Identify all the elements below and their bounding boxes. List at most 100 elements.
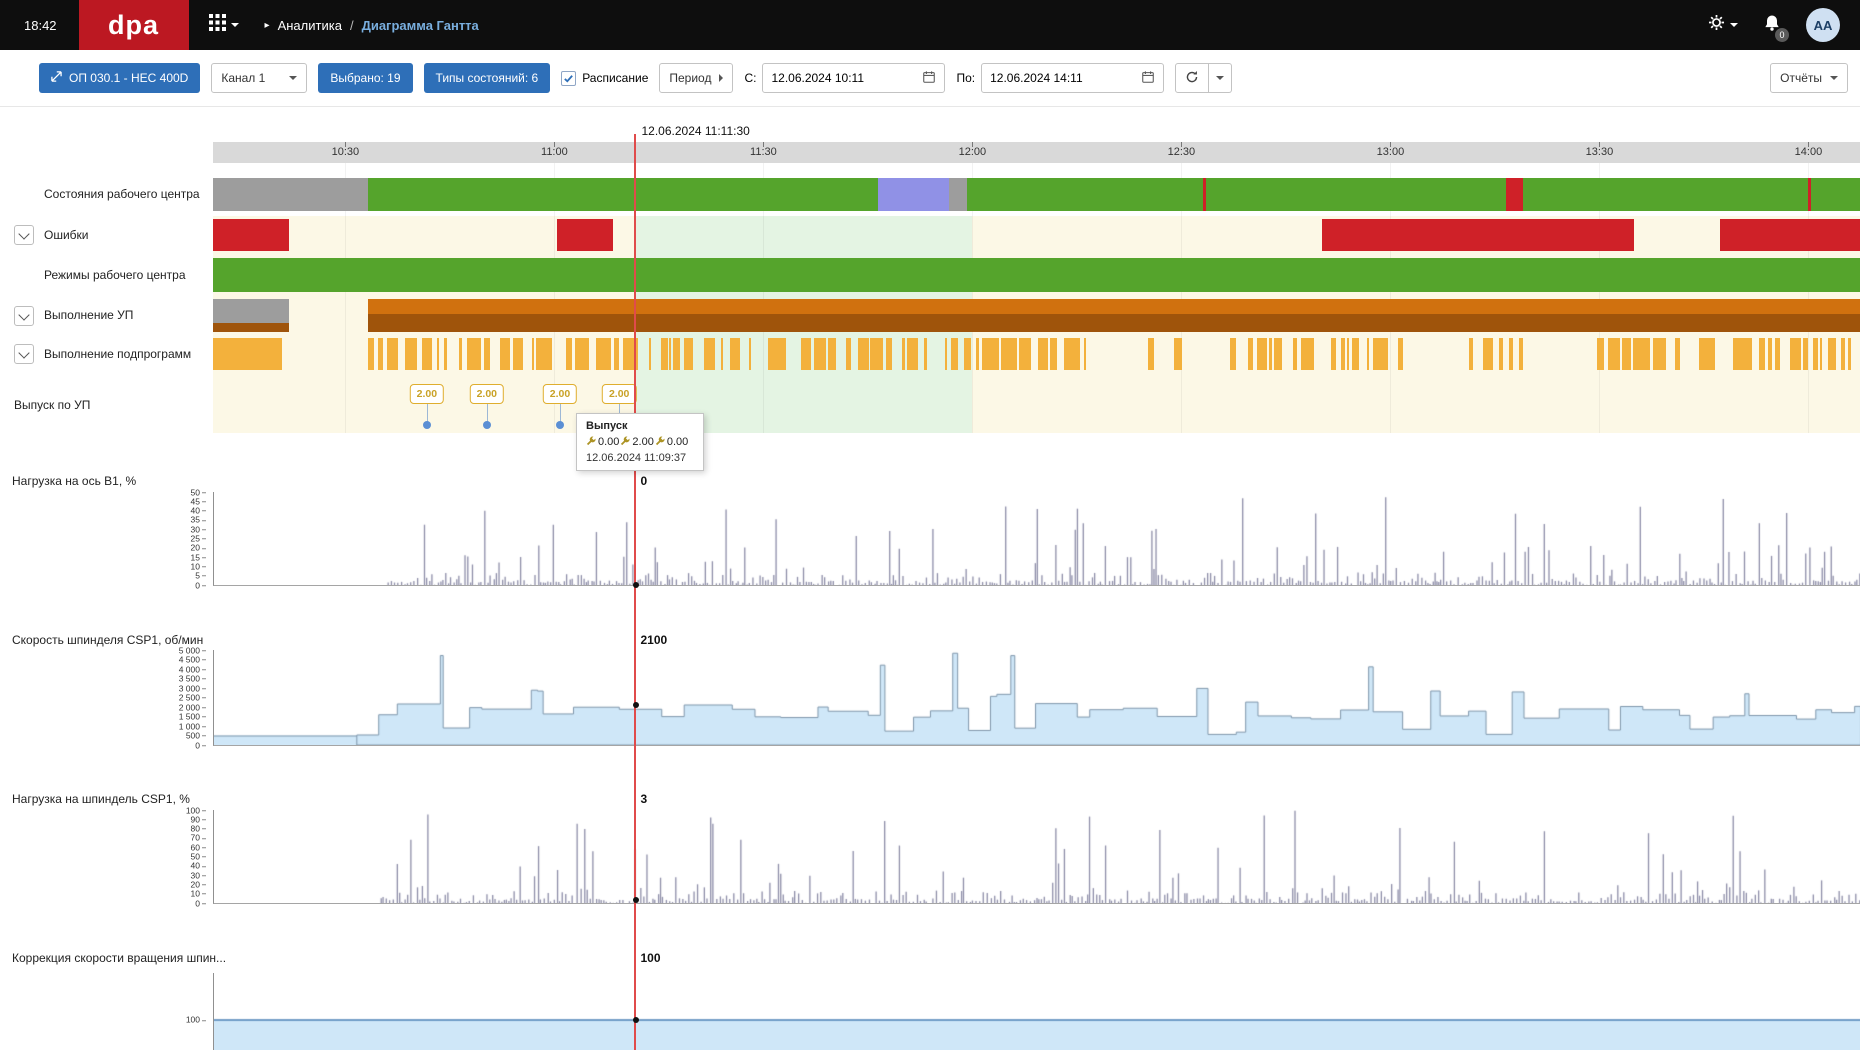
subprogram-segment[interactable] (1775, 338, 1780, 370)
subprogram-segment[interactable] (1148, 338, 1154, 370)
subprogram-segment[interactable] (1293, 338, 1297, 370)
subprogram-segment[interactable] (387, 338, 398, 370)
time-cursor-line[interactable] (634, 134, 636, 1050)
subprogram-segment[interactable] (368, 338, 374, 370)
subprogram-segment[interactable] (704, 338, 715, 370)
subprogram-segment[interactable] (1675, 338, 1680, 370)
reports-button[interactable]: Отчёты (1770, 63, 1848, 93)
subprogram-segment[interactable] (1050, 338, 1057, 370)
channel-select[interactable]: Канал 1 (211, 63, 307, 93)
state-segment[interactable] (368, 178, 877, 211)
subprogram-segment[interactable] (1341, 338, 1345, 370)
subprogram-segment[interactable] (1759, 338, 1765, 370)
subprogram-segment[interactable] (1813, 338, 1817, 370)
subprogram-segment[interactable] (924, 338, 926, 370)
collapse-button[interactable] (14, 306, 34, 326)
subprogram-segment[interactable] (1828, 338, 1836, 370)
date-from-input[interactable]: 12.06.2024 10:11 (762, 63, 945, 93)
subprogram-segment[interactable] (1469, 338, 1474, 370)
subprogram-segment[interactable] (1509, 338, 1513, 370)
state-segment[interactable] (1206, 178, 1506, 211)
subprogram-segment[interactable] (768, 338, 786, 370)
subprogram-segment[interactable] (1653, 338, 1665, 370)
subprogram-segment[interactable] (513, 338, 523, 370)
schedule-checkbox[interactable] (561, 71, 576, 86)
program-segment[interactable] (213, 299, 289, 332)
release-badge[interactable]: 2.00 (543, 384, 577, 404)
refresh-button[interactable] (1175, 63, 1209, 93)
subprogram-segment[interactable] (1597, 338, 1604, 370)
subprogram-segment[interactable] (405, 338, 417, 370)
machine-button[interactable]: ОП 030.1 - НЕС 400D (39, 63, 200, 93)
subprogram-segment[interactable] (749, 338, 751, 370)
subprogram-segment[interactable] (1174, 338, 1182, 370)
subprogram-segment[interactable] (484, 338, 490, 370)
error-segment[interactable] (1720, 219, 1860, 251)
notifications-button[interactable]: 0 (1762, 13, 1782, 38)
subprogram-segment[interactable] (213, 338, 282, 370)
subprogram-segment[interactable] (1064, 338, 1080, 370)
subprogram-segment[interactable] (886, 338, 892, 370)
subprogram-segment[interactable] (1483, 338, 1493, 370)
subprogram-segment[interactable] (1633, 338, 1651, 370)
subprogram-segment[interactable] (964, 338, 971, 370)
subprogram-segment[interactable] (1367, 338, 1369, 370)
state-types-button[interactable]: Типы состояний: 6 (424, 63, 551, 93)
subprogram-segment[interactable] (902, 338, 906, 370)
subprogram-segment[interactable] (1331, 338, 1335, 370)
subprogram-segment[interactable] (1001, 338, 1017, 370)
program-segment[interactable] (368, 299, 1860, 332)
subprogram-segment[interactable] (437, 338, 439, 370)
breadcrumb-page[interactable]: Диаграмма Гантта (362, 18, 479, 33)
state-segment[interactable] (1506, 178, 1523, 211)
subprogram-segment[interactable] (1803, 338, 1807, 370)
state-segment[interactable] (949, 178, 967, 211)
state-segment[interactable] (1523, 178, 1807, 211)
subprogram-segment[interactable] (1841, 338, 1846, 370)
subprogram-segment[interactable] (532, 338, 534, 370)
subprogram-segment[interactable] (801, 338, 811, 370)
subprogram-segment[interactable] (1248, 338, 1253, 370)
chart-plot[interactable] (213, 810, 1860, 904)
subprogram-segment[interactable] (1768, 338, 1772, 370)
subprogram-segment[interactable] (378, 338, 384, 370)
chart-plot[interactable] (213, 973, 1860, 1050)
chart-plot[interactable] (213, 492, 1860, 586)
subprogram-segment[interactable] (536, 338, 552, 370)
subprogram-segment[interactable] (1608, 338, 1619, 370)
state-segment[interactable] (213, 178, 368, 211)
release-badge[interactable]: 2.00 (410, 384, 444, 404)
subprogram-segment[interactable] (976, 338, 979, 370)
subprogram-segment[interactable] (1699, 338, 1715, 370)
subprogram-segment[interactable] (566, 338, 571, 370)
subprogram-segment[interactable] (870, 338, 883, 370)
subprogram-segment[interactable] (1301, 338, 1314, 370)
subprogram-segment[interactable] (459, 338, 461, 370)
subprogram-segment[interactable] (444, 338, 447, 370)
error-segment[interactable] (1322, 219, 1634, 251)
subprogram-segment[interactable] (1347, 338, 1349, 370)
subprogram-segment[interactable] (814, 338, 826, 370)
subprogram-segment[interactable] (907, 338, 918, 370)
state-segment[interactable] (967, 178, 1203, 211)
subprogram-segment[interactable] (1230, 338, 1236, 370)
subprogram-segment[interactable] (1519, 338, 1523, 370)
date-to-input[interactable]: 12.06.2024 14:11 (981, 63, 1164, 93)
subprogram-segment[interactable] (1790, 338, 1800, 370)
dpa-logo[interactable]: dpa (79, 0, 189, 50)
subprogram-segment[interactable] (982, 338, 998, 370)
selected-count-button[interactable]: Выбрано: 19 (318, 63, 412, 93)
subprogram-segment[interactable] (669, 338, 671, 370)
subprogram-segment[interactable] (422, 338, 433, 370)
subprogram-segment[interactable] (1733, 338, 1752, 370)
calendar-icon[interactable] (1141, 70, 1155, 87)
subprogram-segment[interactable] (1257, 338, 1267, 370)
subprogram-segment[interactable] (828, 338, 836, 370)
chart-plot[interactable] (213, 650, 1860, 746)
subprogram-segment[interactable] (684, 338, 693, 370)
subprogram-segment[interactable] (1499, 338, 1503, 370)
subprogram-segment[interactable] (1820, 338, 1822, 370)
error-segment[interactable] (213, 219, 289, 251)
subprogram-segment[interactable] (575, 338, 589, 370)
subprogram-segment[interactable] (649, 338, 651, 370)
